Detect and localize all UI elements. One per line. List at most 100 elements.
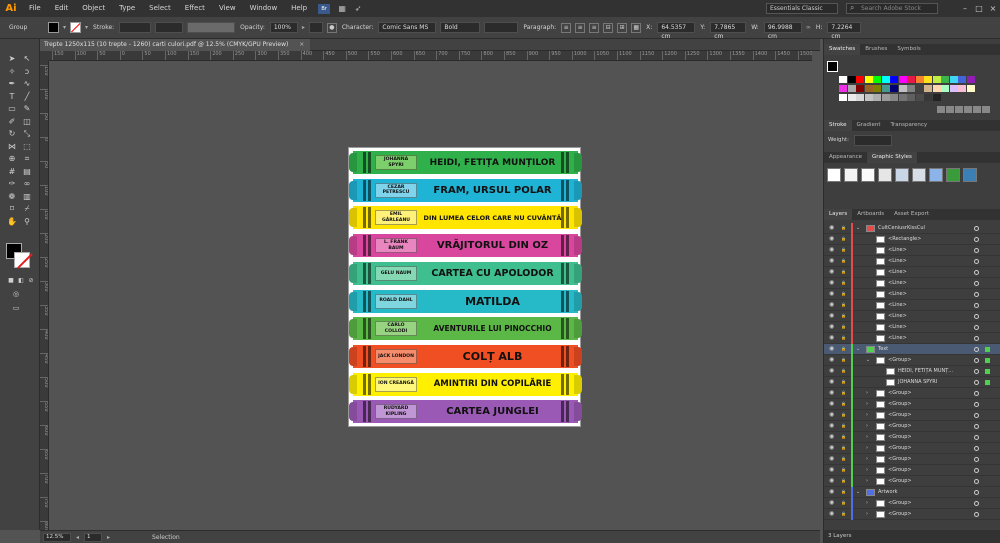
panel-tab-layers[interactable]: Layers [824, 209, 853, 220]
lock-toggle-icon[interactable]: 🔒 [841, 423, 846, 429]
layer-row[interactable]: ◉ 🔒 <Line> [824, 300, 1000, 311]
maximize-icon[interactable]: □ [972, 4, 986, 13]
visibility-eye-icon[interactable]: ◉ [829, 346, 835, 352]
visibility-eye-icon[interactable]: ◉ [829, 478, 835, 484]
swatch-libraries-icon[interactable] [937, 106, 945, 113]
drawing-mode-icon[interactable]: ◎ [10, 289, 22, 300]
delete-swatch-icon[interactable] [982, 106, 990, 113]
visibility-eye-icon[interactable]: ◉ [829, 467, 835, 473]
expand-toggle-icon[interactable]: › [866, 476, 868, 487]
none-mode-icon[interactable]: ⊘ [25, 275, 37, 286]
selection-indicator[interactable] [985, 358, 990, 363]
align-right-icon[interactable]: ≡ [589, 22, 600, 33]
slice-tool-icon[interactable]: ⌿ [21, 203, 33, 214]
graphic-style-swatch[interactable] [946, 168, 960, 182]
layer-row[interactable]: ◉ 🔒 <Rectangle> [824, 234, 1000, 245]
visibility-eye-icon[interactable]: ◉ [829, 247, 835, 253]
zoom-tool-icon[interactable]: ⚲ [21, 216, 33, 227]
weight-field[interactable] [854, 135, 892, 146]
layer-row[interactable]: ◉ 🔒 › <Group> [824, 410, 1000, 421]
color-swatch[interactable] [958, 85, 966, 92]
gray-swatch[interactable] [890, 94, 898, 101]
panel-tab-swatches[interactable]: Swatches [824, 44, 861, 55]
target-circle-icon[interactable] [974, 402, 979, 407]
visibility-eye-icon[interactable]: ◉ [829, 324, 835, 330]
crayon-book-7[interactable]: CARLO COLLODI AVENTURILE LUI PINOCCHIO [349, 316, 582, 341]
visibility-eye-icon[interactable]: ◉ [829, 291, 835, 297]
panel-tab-graphic-styles[interactable]: Graphic Styles [867, 152, 917, 163]
menu-edit[interactable]: Edit [48, 0, 76, 17]
layer-row[interactable]: ◉ 🔒 › <Group> [824, 465, 1000, 476]
target-circle-icon[interactable] [974, 435, 979, 440]
panel-tab-gradient[interactable]: Gradient [852, 120, 886, 131]
color-swatch[interactable] [966, 76, 975, 83]
layer-row[interactable]: ◉ 🔒 › <Group> [824, 454, 1000, 465]
crayon-book-2[interactable]: CEZAR PETRESCU FRAM, URSUL POLAR [349, 178, 582, 203]
visibility-eye-icon[interactable]: ◉ [829, 489, 835, 495]
lock-toggle-icon[interactable]: 🔒 [841, 445, 846, 451]
graphic-style-swatch[interactable] [929, 168, 943, 182]
target-circle-icon[interactable] [974, 380, 979, 385]
lock-toggle-icon[interactable]: 🔒 [841, 324, 846, 330]
color-swatch[interactable] [932, 76, 941, 83]
artboard[interactable]: JOHANNA SPYRI HEIDI, FETIȚA MUNȚILOR CEZAR… [348, 147, 582, 427]
color-swatch[interactable] [907, 85, 915, 92]
zoom-field[interactable]: 12.5% [43, 532, 71, 542]
color-swatch[interactable] [890, 76, 898, 83]
arrange-documents-icon[interactable]: ▦ [337, 4, 347, 14]
horizontal-ruler[interactable]: 150 100 50 0 50 100 150 200 250 300 350 400 450 500 55… [49, 51, 812, 61]
brush-definition-field[interactable] [187, 22, 236, 33]
menu-select[interactable]: Select [142, 0, 178, 17]
magic-wand-tool-icon[interactable]: ✧ [6, 66, 18, 77]
lock-toggle-icon[interactable]: 🔒 [841, 247, 846, 253]
crayon-book-1[interactable]: JOHANNA SPYRI HEIDI, FETIȚA MUNȚILOR [349, 150, 582, 175]
align-center-icon[interactable]: ≡ [575, 22, 586, 33]
font-family-field[interactable]: Comic Sans MS [378, 22, 437, 33]
graphic-style-swatch[interactable] [861, 168, 875, 182]
color-swatch[interactable] [873, 76, 881, 83]
selection-indicator[interactable] [985, 369, 990, 374]
layer-row[interactable]: ◉ 🔒 ⌄ CultCeniusrKissCul [824, 223, 1000, 234]
crayon-book-5[interactable]: GELU NAUM CARTEA CU APOLODOR [349, 261, 582, 286]
gray-swatch[interactable] [881, 94, 890, 101]
color-swatch[interactable] [966, 85, 975, 92]
panel-tab-appearance[interactable]: Appearance [824, 152, 867, 163]
visibility-eye-icon[interactable]: ◉ [829, 368, 835, 374]
eraser-tool-icon[interactable]: ◫ [21, 116, 33, 127]
gray-swatch[interactable] [864, 94, 873, 101]
graphic-style-swatch[interactable] [827, 168, 841, 182]
bridge-button[interactable]: Br [318, 3, 331, 14]
visibility-eye-icon[interactable]: ◉ [829, 500, 835, 506]
menu-object[interactable]: Object [75, 0, 112, 17]
layer-row[interactable]: ◉ 🔒 › <Group> [824, 388, 1000, 399]
target-circle-icon[interactable] [974, 424, 979, 429]
color-swatch[interactable] [881, 85, 890, 92]
expand-toggle-icon[interactable]: ⌄ [866, 355, 870, 366]
expand-toggle-icon[interactable]: › [866, 432, 868, 443]
layer-row[interactable]: ◉ 🔒 › <Group> [824, 443, 1000, 454]
target-circle-icon[interactable] [974, 237, 979, 242]
target-circle-icon[interactable] [974, 479, 979, 484]
h-field[interactable]: 7.2264 cm [827, 22, 862, 40]
style-field[interactable] [308, 22, 323, 33]
stroke-color-box[interactable] [14, 252, 30, 268]
artboard-tool-icon[interactable]: ⌑ [6, 203, 18, 214]
target-circle-icon[interactable] [974, 270, 979, 275]
color-swatch[interactable] [958, 76, 966, 83]
lock-toggle-icon[interactable]: 🔒 [841, 291, 846, 297]
color-swatch[interactable] [839, 85, 847, 92]
panel-tab-asset-export[interactable]: Asset Export [889, 209, 934, 220]
lock-toggle-icon[interactable]: 🔒 [841, 434, 846, 440]
color-swatch[interactable] [941, 76, 949, 83]
color-swatch[interactable] [839, 76, 847, 83]
ruler-origin[interactable] [40, 51, 49, 61]
layer-row[interactable]: ◉ 🔒 ⌄ <Group> [824, 355, 1000, 366]
color-swatch[interactable] [915, 85, 924, 92]
stroke-dropdown-icon[interactable]: ▾ [85, 24, 88, 31]
next-artboard-icon[interactable]: ▸ [107, 534, 110, 541]
color-swatch[interactable] [949, 85, 958, 92]
x-field[interactable]: 64.5357 cm [657, 22, 696, 40]
menu-effect[interactable]: Effect [178, 0, 212, 17]
selection-tool-icon[interactable]: ➤ [6, 53, 18, 64]
color-swatch[interactable] [924, 76, 932, 83]
